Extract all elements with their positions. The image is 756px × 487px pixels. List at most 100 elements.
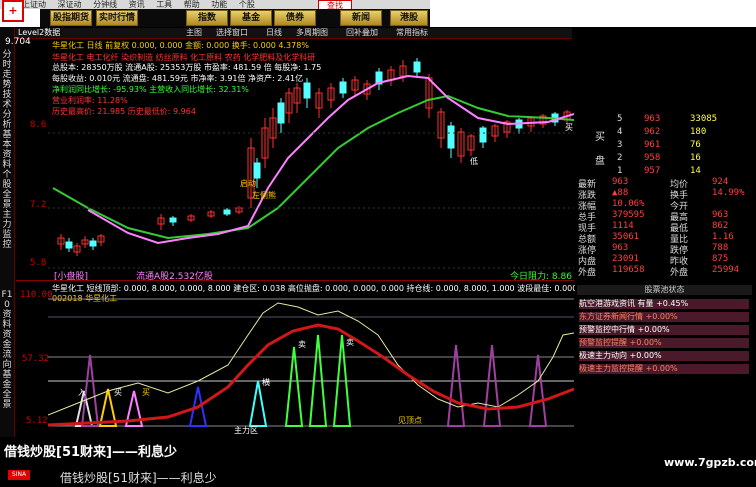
alert-row[interactable]: 预警监控中行情 +0.00% [579,325,749,335]
order-level: 2 [617,153,623,163]
alert-row[interactable]: 极速主力监控提醒 +0.00% [579,364,749,374]
ma-green-line [52,94,574,240]
side-label: 盘 [595,156,605,167]
toolbar-button-realtime[interactable]: 实时行情 [96,10,138,26]
indicator-label: 主力区 [234,425,258,435]
axis-label-upper: 7.2 [30,200,47,210]
order-level: 4 [617,127,623,137]
axis-label-upper: 5.8 [30,258,47,268]
menu-item[interactable]: 资讯 [129,0,145,9]
chart-annotation: 低 [470,157,478,166]
candle-body [339,81,347,94]
banner-slogan[interactable]: 借钱炒股[51财来]——利息少 [60,469,217,486]
quote-stat: 25994 [712,265,740,275]
order-level: 5 [617,114,623,124]
indicator-label: 卖 [298,340,306,349]
toolbar-button-index[interactable]: 指数 [186,10,228,26]
quote-stat: 1114 [612,221,634,231]
left-tab[interactable]: 资金流向 [1,330,13,370]
stock-header-line: 华星化工 日线 前复权 0.000, 0.000 金额: 0.000 换手: 0… [52,41,309,50]
quote-stat: 119658 [612,265,645,275]
chart-toolbar-item[interactable]: 多周期图 [296,28,328,38]
axis-label-upper: 8.6 [30,120,47,130]
order-price: 962 [644,127,661,137]
quote-stat: 963 [712,210,729,220]
stock-info-line: 总股本: 28350万股 流通A股: 25353万股 市盈率: 481.59 倍… [52,63,322,72]
chart-toolbar-item[interactable]: 回补叠加 [346,28,378,38]
toolbar-button-fund[interactable]: 基金 [230,10,272,26]
candle-body [223,209,231,215]
chart-toolbar-item[interactable]: 日线 [266,28,282,38]
indicator-label: 入 [78,388,86,397]
menu-item[interactable]: 上证动 [22,0,46,9]
candle-body [277,102,285,124]
candle-body [169,217,177,223]
indicator-label: 买 [142,388,150,397]
chart-toolbar-item[interactable]: 选择窗口 [216,28,248,38]
stock-info-line: 每股收益: 0.010元 流通盘: 481.59元 市净率: 3.91倍 净资产… [52,74,304,83]
menu-item[interactable]: 功能 [211,0,227,9]
left-tab[interactable]: 技术分析 [1,90,13,130]
alert-row[interactable]: 东方证券新闻行情 +0.00% [579,312,749,322]
quote-stat: 862 [712,221,729,231]
quote-stat: 1.16 [712,232,734,242]
price-top-label: 9.704 [5,37,31,47]
chart-toolbar-item[interactable]: 主图 [186,28,202,38]
indicator-label: 横 [262,377,270,387]
quote-stat: 外盘 [670,268,689,278]
quote-stat: ▲88 [612,188,629,198]
stock-info-line: 营业利润率: 11.28% [52,96,128,105]
order-volume: 76 [690,140,701,150]
chart-toolbar-item[interactable]: 常用指标 [396,28,428,38]
signal-spike [528,354,548,427]
indicator-chart[interactable]: 见顶点 主力区 入 买 买 横 卖 卖 [48,295,574,437]
left-tab[interactable]: 基本资料 [1,130,13,170]
menu-item[interactable]: 帮助 [184,0,200,9]
left-tab[interactable]: F10资料 [1,290,13,330]
menu-item[interactable]: 分钟线 [93,0,117,9]
candle-body [447,125,455,149]
quote-stat: 963 [612,177,629,187]
candle-body [65,241,73,249]
candle-body [303,82,311,99]
indicator-white-line [48,302,574,416]
order-price: 963 [644,114,661,124]
menu-bar: 上证动 深证动 分钟线 资讯 工具 帮助 功能 个股 [0,0,430,9]
menu-item[interactable]: 深证动 [58,0,82,9]
toolbar-button-bond[interactable]: 债券 [274,10,316,26]
quote-stat: 10.06% [612,199,645,209]
quote-stat: 924 [712,177,729,187]
alert-row[interactable]: 航空港游戏资讯 有量 +0.45% [579,299,749,309]
order-volume: 33085 [690,114,718,124]
left-tab[interactable]: 主力监控 [1,210,13,250]
candle-body [413,61,421,73]
quote-stat: 379595 [612,210,645,220]
axis-label-lower: 57.32 [22,354,50,364]
axis-label-lower: 5.12 [26,416,48,426]
indicator-label: 买 [114,388,122,397]
left-tab[interactable]: 分时走势 [1,50,13,90]
menu-item[interactable]: 个股 [239,0,255,9]
toolbar-button-futures[interactable]: 股指期货 [50,10,92,26]
order-level: 3 [617,140,623,150]
sina-logo-icon: SINA [8,470,30,480]
candle-body [479,127,487,143]
indicator-header: 华星化工 短线顶部: 0.000, 8.000, 0.000, 8.000 建仓… [52,284,578,293]
signal-spike [248,380,268,427]
menu-item[interactable]: 工具 [156,0,172,9]
toolbar-button-news[interactable]: 新闻 [340,10,382,26]
banner-slogan[interactable]: 借钱炒股[51财来]——利息少 [4,441,177,460]
toolbar-button-hk[interactable]: 港股 [390,10,428,26]
quote-stat: 788 [712,243,729,253]
quote-stat: 875 [712,254,729,264]
left-tab[interactable]: 个股全景 [1,170,13,210]
quote-stat: 963 [612,243,629,253]
alert-row[interactable]: 预警监控提醒 +0.00% [579,338,749,348]
order-price: 961 [644,140,661,150]
left-tab[interactable]: 基金全景 [1,370,13,410]
alert-row[interactable]: 极速主力动向 +0.00% [579,351,749,361]
indicator-label: 见顶点 [398,416,422,425]
quote-stat: 外盘 [578,268,597,278]
quote-stat: 14.99% [712,188,745,198]
order-price: 958 [644,153,661,163]
